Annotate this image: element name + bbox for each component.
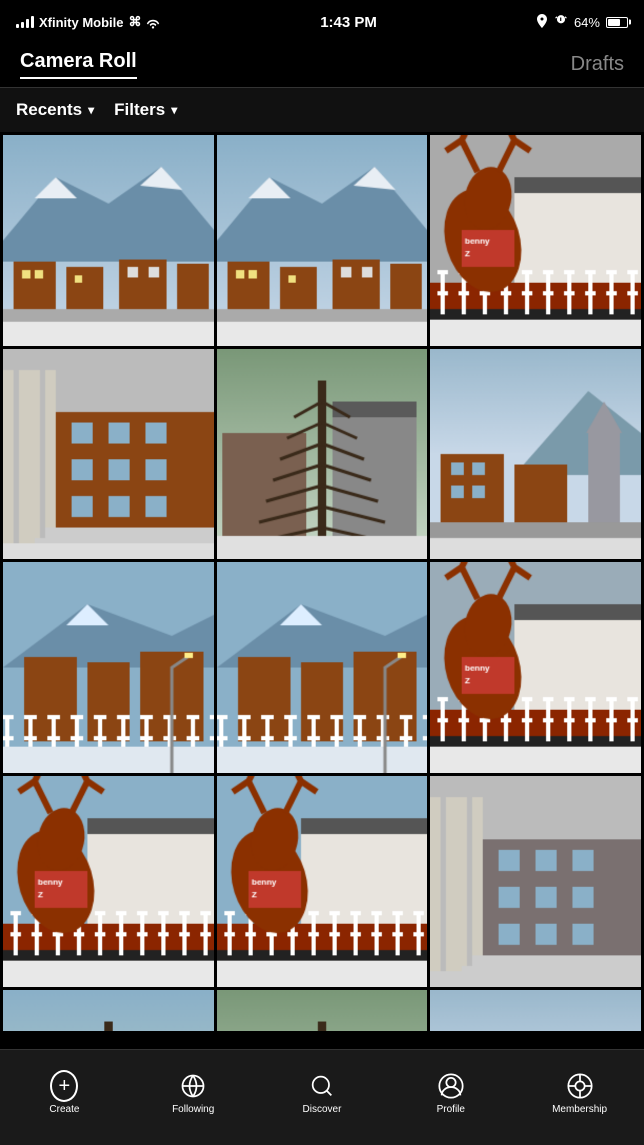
photo-cell[interactable] xyxy=(430,349,641,560)
photo-cell[interactable] xyxy=(3,776,214,987)
filter-bar: Recents ▾ Filters ▾ xyxy=(0,88,644,132)
battery-icon xyxy=(606,17,628,28)
recents-filter-button[interactable]: Recents ▾ xyxy=(16,100,94,120)
discover-icon xyxy=(308,1072,336,1100)
nav-item-membership[interactable]: Membership xyxy=(515,1072,644,1115)
discover-label: Discover xyxy=(303,1104,342,1115)
camera-roll-tab[interactable]: Camera Roll xyxy=(20,50,137,79)
nav-item-discover[interactable]: Discover xyxy=(258,1072,387,1115)
nav-item-create[interactable]: + Create xyxy=(0,1072,129,1115)
profile-label: Profile xyxy=(437,1104,465,1115)
photo-cell[interactable] xyxy=(217,349,428,560)
photo-cell[interactable] xyxy=(430,990,641,1031)
status-time: 1:43 PM xyxy=(320,14,377,31)
following-label: Following xyxy=(172,1104,214,1115)
photo-grid xyxy=(0,132,644,1031)
nav-item-following[interactable]: Following xyxy=(129,1072,258,1115)
photo-cell[interactable] xyxy=(217,562,428,773)
recents-chevron-icon: ▾ xyxy=(88,103,94,117)
filters-filter-button[interactable]: Filters ▾ xyxy=(114,100,177,120)
alarm-icon xyxy=(554,14,568,31)
membership-label: Membership xyxy=(552,1104,607,1115)
photo-cell[interactable] xyxy=(430,776,641,987)
photo-cell[interactable] xyxy=(3,349,214,560)
battery-percent: 64% xyxy=(574,15,600,30)
nav-item-profile[interactable]: Profile xyxy=(386,1072,515,1115)
filters-label: Filters xyxy=(114,100,165,120)
photo-cell[interactable] xyxy=(3,562,214,773)
photo-cell[interactable] xyxy=(217,135,428,346)
create-icon: + xyxy=(50,1072,78,1100)
wifi-icon: ⌘ xyxy=(129,14,162,30)
photo-cell[interactable] xyxy=(430,562,641,773)
create-label: Create xyxy=(49,1104,79,1115)
membership-icon xyxy=(566,1072,594,1100)
filters-chevron-icon: ▾ xyxy=(171,103,177,117)
signal-bars-icon xyxy=(16,16,34,28)
recents-label: Recents xyxy=(16,100,82,120)
carrier-label: Xfinity Mobile xyxy=(39,15,124,30)
header: Camera Roll Drafts xyxy=(0,44,644,88)
photo-cell[interactable] xyxy=(217,990,428,1031)
location-icon xyxy=(536,14,548,31)
photo-grid-container xyxy=(0,132,644,1031)
photo-cell[interactable] xyxy=(217,776,428,987)
following-icon xyxy=(179,1072,207,1100)
status-left: Xfinity Mobile ⌘ xyxy=(16,14,161,30)
photo-cell[interactable] xyxy=(3,990,214,1031)
photo-cell[interactable] xyxy=(430,135,641,346)
drafts-tab[interactable]: Drafts xyxy=(571,53,624,76)
bottom-nav: + Create Following Discover xyxy=(0,1049,644,1145)
profile-icon xyxy=(437,1072,465,1100)
status-bar: Xfinity Mobile ⌘ 1:43 PM 64% xyxy=(0,0,644,44)
status-right: 64% xyxy=(536,14,628,31)
photo-cell[interactable] xyxy=(3,135,214,346)
